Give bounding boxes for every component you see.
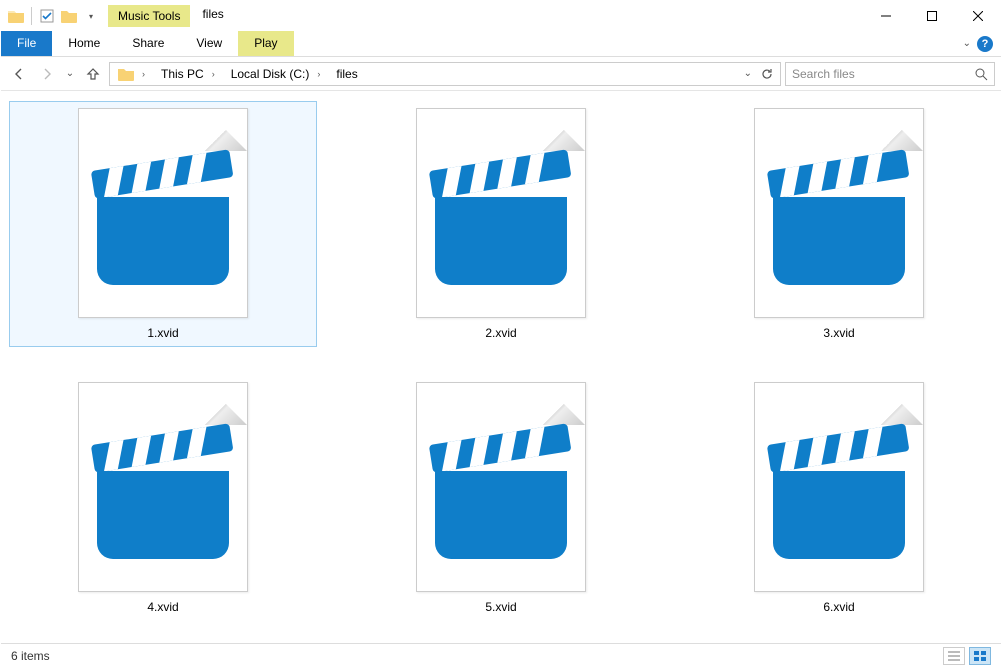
refresh-icon[interactable] <box>760 67 774 81</box>
page-fold-icon <box>881 109 923 151</box>
breadcrumb-label: This PC <box>161 67 204 81</box>
maximize-button[interactable] <box>909 1 955 31</box>
tab-home[interactable]: Home <box>52 31 116 56</box>
page-fold-icon <box>543 109 585 151</box>
file-name: 3.xvid <box>823 326 854 340</box>
file-name: 2.xvid <box>485 326 516 340</box>
video-clapper-icon <box>435 445 567 559</box>
recent-locations-button[interactable]: ⌄ <box>63 62 77 86</box>
breadcrumb-segment[interactable]: Local Disk (C:)› <box>225 63 331 85</box>
file-tab[interactable]: File <box>1 31 52 56</box>
file-item[interactable]: 1.xvid <box>9 101 317 347</box>
breadcrumb-label: files <box>336 67 357 81</box>
file-item[interactable]: 4.xvid <box>9 375 317 621</box>
file-name: 1.xvid <box>147 326 178 340</box>
chevron-right-icon[interactable]: › <box>208 69 219 79</box>
breadcrumb-label: Local Disk (C:) <box>231 67 310 81</box>
ribbon: File Home Share View Play ⌄ ? <box>1 31 1001 57</box>
minimize-button[interactable] <box>863 1 909 31</box>
file-item[interactable]: 6.xvid <box>685 375 993 621</box>
search-icon[interactable] <box>974 67 988 81</box>
file-item[interactable]: 2.xvid <box>347 101 655 347</box>
file-item[interactable]: 3.xvid <box>685 101 993 347</box>
window-controls <box>863 1 1001 31</box>
back-button[interactable] <box>7 62 31 86</box>
details-view-button[interactable] <box>943 647 965 665</box>
qat-dropdown-icon[interactable]: ▾ <box>82 7 100 25</box>
quick-access-toolbar: ▾ <box>1 1 106 31</box>
address-dropdown-icon[interactable]: ⌄ <box>744 68 752 79</box>
file-thumbnail <box>78 382 248 592</box>
file-name: 6.xvid <box>823 600 854 614</box>
chevron-right-icon[interactable]: › <box>313 69 324 79</box>
file-thumbnail <box>754 382 924 592</box>
file-thumbnail <box>416 108 586 318</box>
page-fold-icon <box>205 383 247 425</box>
ribbon-expand-icon[interactable]: ⌄ <box>963 38 971 49</box>
properties-icon[interactable] <box>38 7 56 25</box>
page-fold-icon <box>205 109 247 151</box>
file-name: 5.xvid <box>485 600 516 614</box>
forward-button[interactable] <box>35 62 59 86</box>
navigation-bar: ⌄ › This PC› Local Disk (C:)› files ⌄ Se… <box>1 57 1001 91</box>
file-thumbnail <box>754 108 924 318</box>
video-clapper-icon <box>773 171 905 285</box>
video-clapper-icon <box>97 445 229 559</box>
new-folder-icon[interactable] <box>60 7 78 25</box>
search-placeholder: Search files <box>792 67 855 81</box>
icons-view-button[interactable] <box>969 647 991 665</box>
page-fold-icon <box>881 383 923 425</box>
video-clapper-icon <box>97 171 229 285</box>
file-name: 4.xvid <box>147 600 178 614</box>
breadcrumb-segment[interactable]: This PC › <box>155 63 225 85</box>
file-view[interactable]: 1.xvid 2.xvid 3.xvid 4.xvid <box>1 91 1001 643</box>
chevron-right-icon[interactable]: › <box>138 69 149 79</box>
window-title: files <box>190 1 235 31</box>
tab-play[interactable]: Play <box>238 31 293 56</box>
titlebar: ▾ Music Tools files <box>1 1 1001 31</box>
breadcrumb-segment[interactable]: files <box>330 63 363 85</box>
search-input[interactable]: Search files <box>785 62 995 86</box>
video-clapper-icon <box>773 445 905 559</box>
item-count: 6 items <box>11 649 50 663</box>
close-button[interactable] <box>955 1 1001 31</box>
address-bar[interactable]: › This PC› Local Disk (C:)› files ⌄ <box>109 62 781 86</box>
help-icon[interactable]: ? <box>977 36 993 52</box>
file-thumbnail <box>78 108 248 318</box>
tab-view[interactable]: View <box>180 31 238 56</box>
file-thumbnail <box>416 382 586 592</box>
folder-icon <box>7 7 25 25</box>
address-root-icon[interactable]: › <box>112 63 155 85</box>
status-bar: 6 items <box>1 643 1001 667</box>
up-button[interactable] <box>81 62 105 86</box>
context-tab-label: Music Tools <box>108 5 190 27</box>
tab-share[interactable]: Share <box>116 31 180 56</box>
file-item[interactable]: 5.xvid <box>347 375 655 621</box>
page-fold-icon <box>543 383 585 425</box>
video-clapper-icon <box>435 171 567 285</box>
